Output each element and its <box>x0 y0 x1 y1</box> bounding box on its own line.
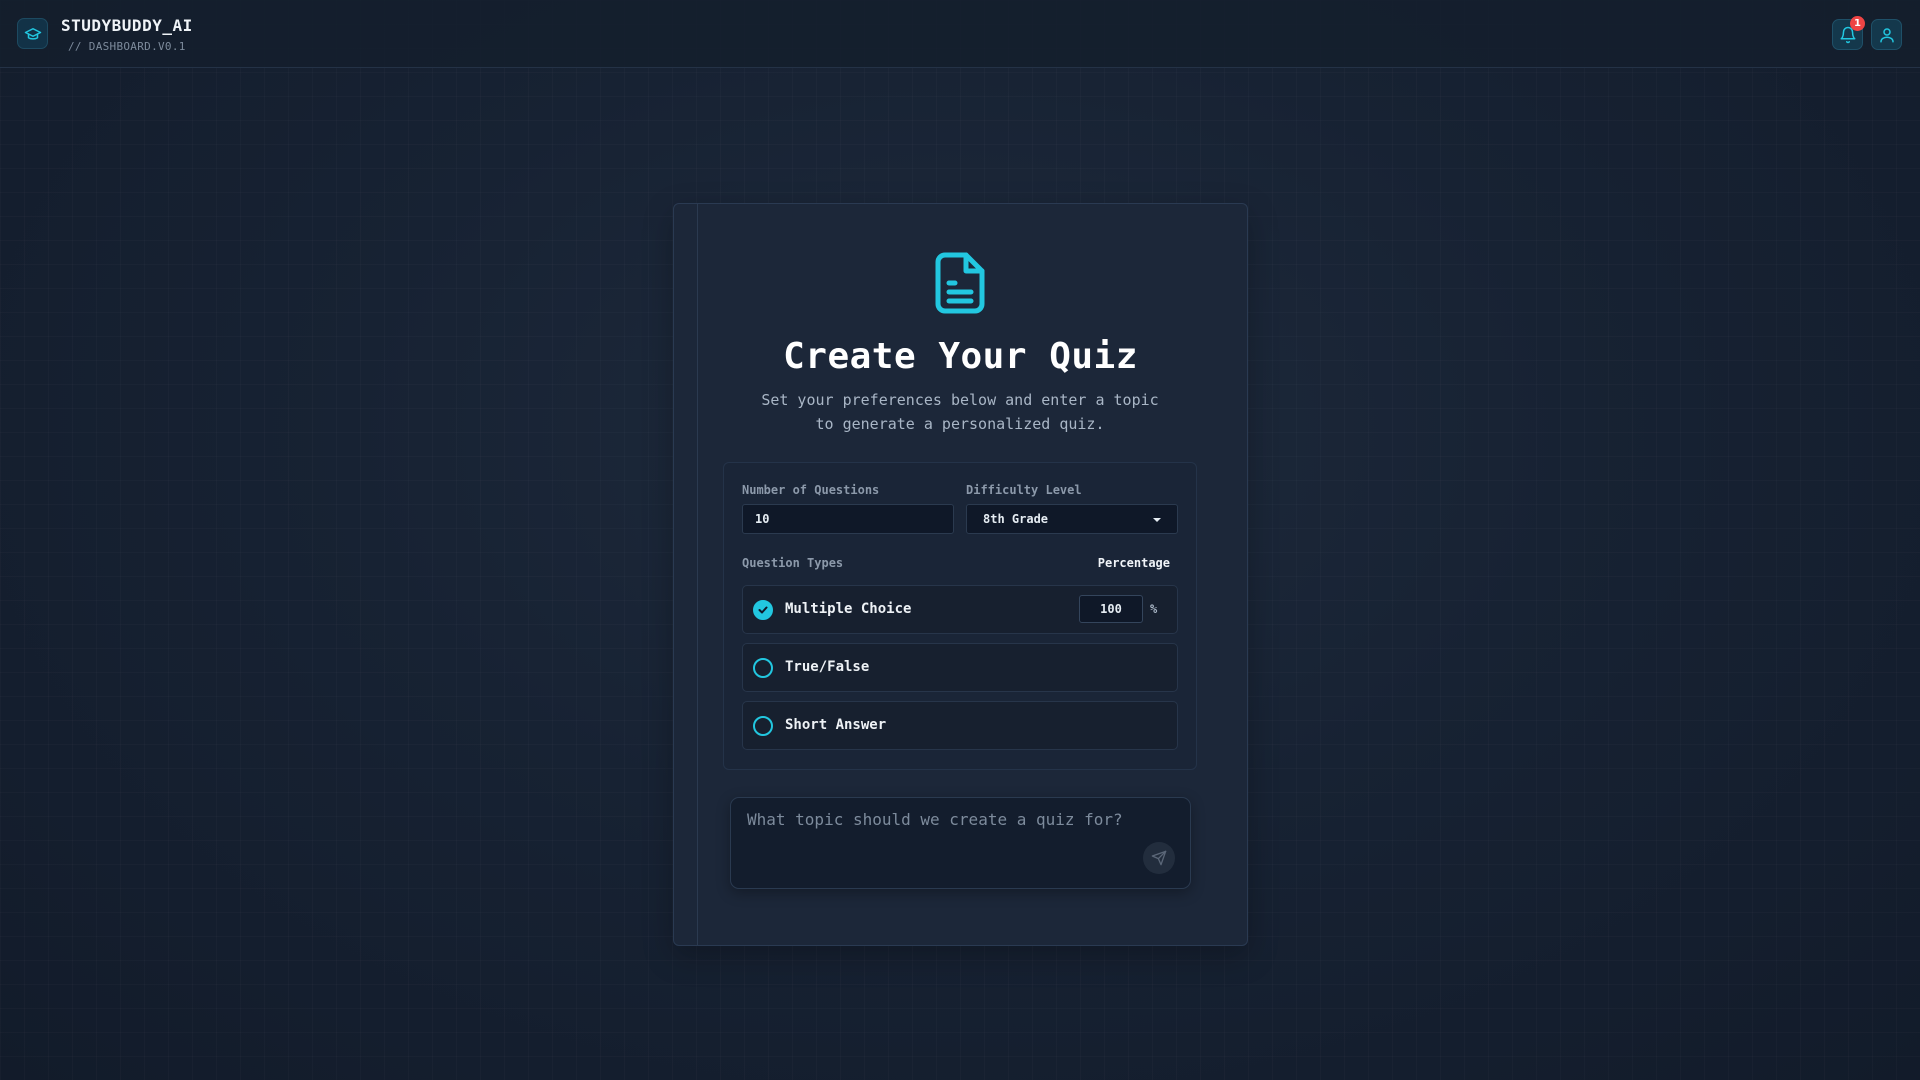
num-questions-label: Number of Questions <box>742 483 880 497</box>
true-false-label: True/False <box>785 659 870 675</box>
user-icon <box>1879 27 1894 42</box>
send-icon <box>1151 850 1167 866</box>
difficulty-value: 8th Grade <box>983 512 1049 526</box>
question-type-true-false[interactable]: True/False <box>742 643 1178 692</box>
short-answer-label: Short Answer <box>785 717 887 733</box>
app-title: STUDYBUDDY_AI <box>61 16 193 35</box>
card-margin-line <box>697 204 698 945</box>
difficulty-select[interactable]: 8th Grade <box>966 504 1178 534</box>
num-questions-input[interactable] <box>742 504 954 534</box>
check-icon <box>758 606 768 614</box>
percent-sign: % <box>1150 602 1158 616</box>
percentage-header: Percentage <box>1097 556 1170 570</box>
graduation-cap-icon[interactable] <box>17 18 48 49</box>
topic-input-container <box>730 797 1191 889</box>
question-type-short-answer[interactable]: Short Answer <box>742 701 1178 750</box>
notification-badge: 1 <box>1850 16 1865 31</box>
chevron-down-icon <box>1153 518 1161 522</box>
multiple-choice-percentage-input[interactable] <box>1079 595 1143 623</box>
profile-button[interactable] <box>1871 19 1902 50</box>
subtitle-line-1: Set your preferences below and enter a t… <box>761 391 1159 409</box>
short-answer-checkbox[interactable] <box>753 716 773 736</box>
topic-input[interactable] <box>745 808 1149 852</box>
true-false-checkbox[interactable] <box>753 658 773 678</box>
app-subtitle: // DASHBOARD.V0.1 <box>68 40 186 53</box>
page-title: Create Your Quiz <box>783 336 1138 377</box>
send-button[interactable] <box>1143 842 1175 874</box>
document-icon <box>935 252 985 314</box>
difficulty-label: Difficulty Level <box>966 483 1082 497</box>
question-type-multiple-choice[interactable]: Multiple Choice % <box>742 585 1178 634</box>
multiple-choice-checkbox[interactable] <box>753 600 773 620</box>
subtitle-line-2: to generate a personalized quiz. <box>815 415 1105 433</box>
question-types-label: Question Types <box>742 556 844 570</box>
multiple-choice-label: Multiple Choice <box>785 601 912 617</box>
top-bar: STUDYBUDDY_AI // DASHBOARD.V0.1 1 <box>0 0 1920 68</box>
page-subtitle: Set your preferences below and enter a t… <box>740 388 1180 436</box>
